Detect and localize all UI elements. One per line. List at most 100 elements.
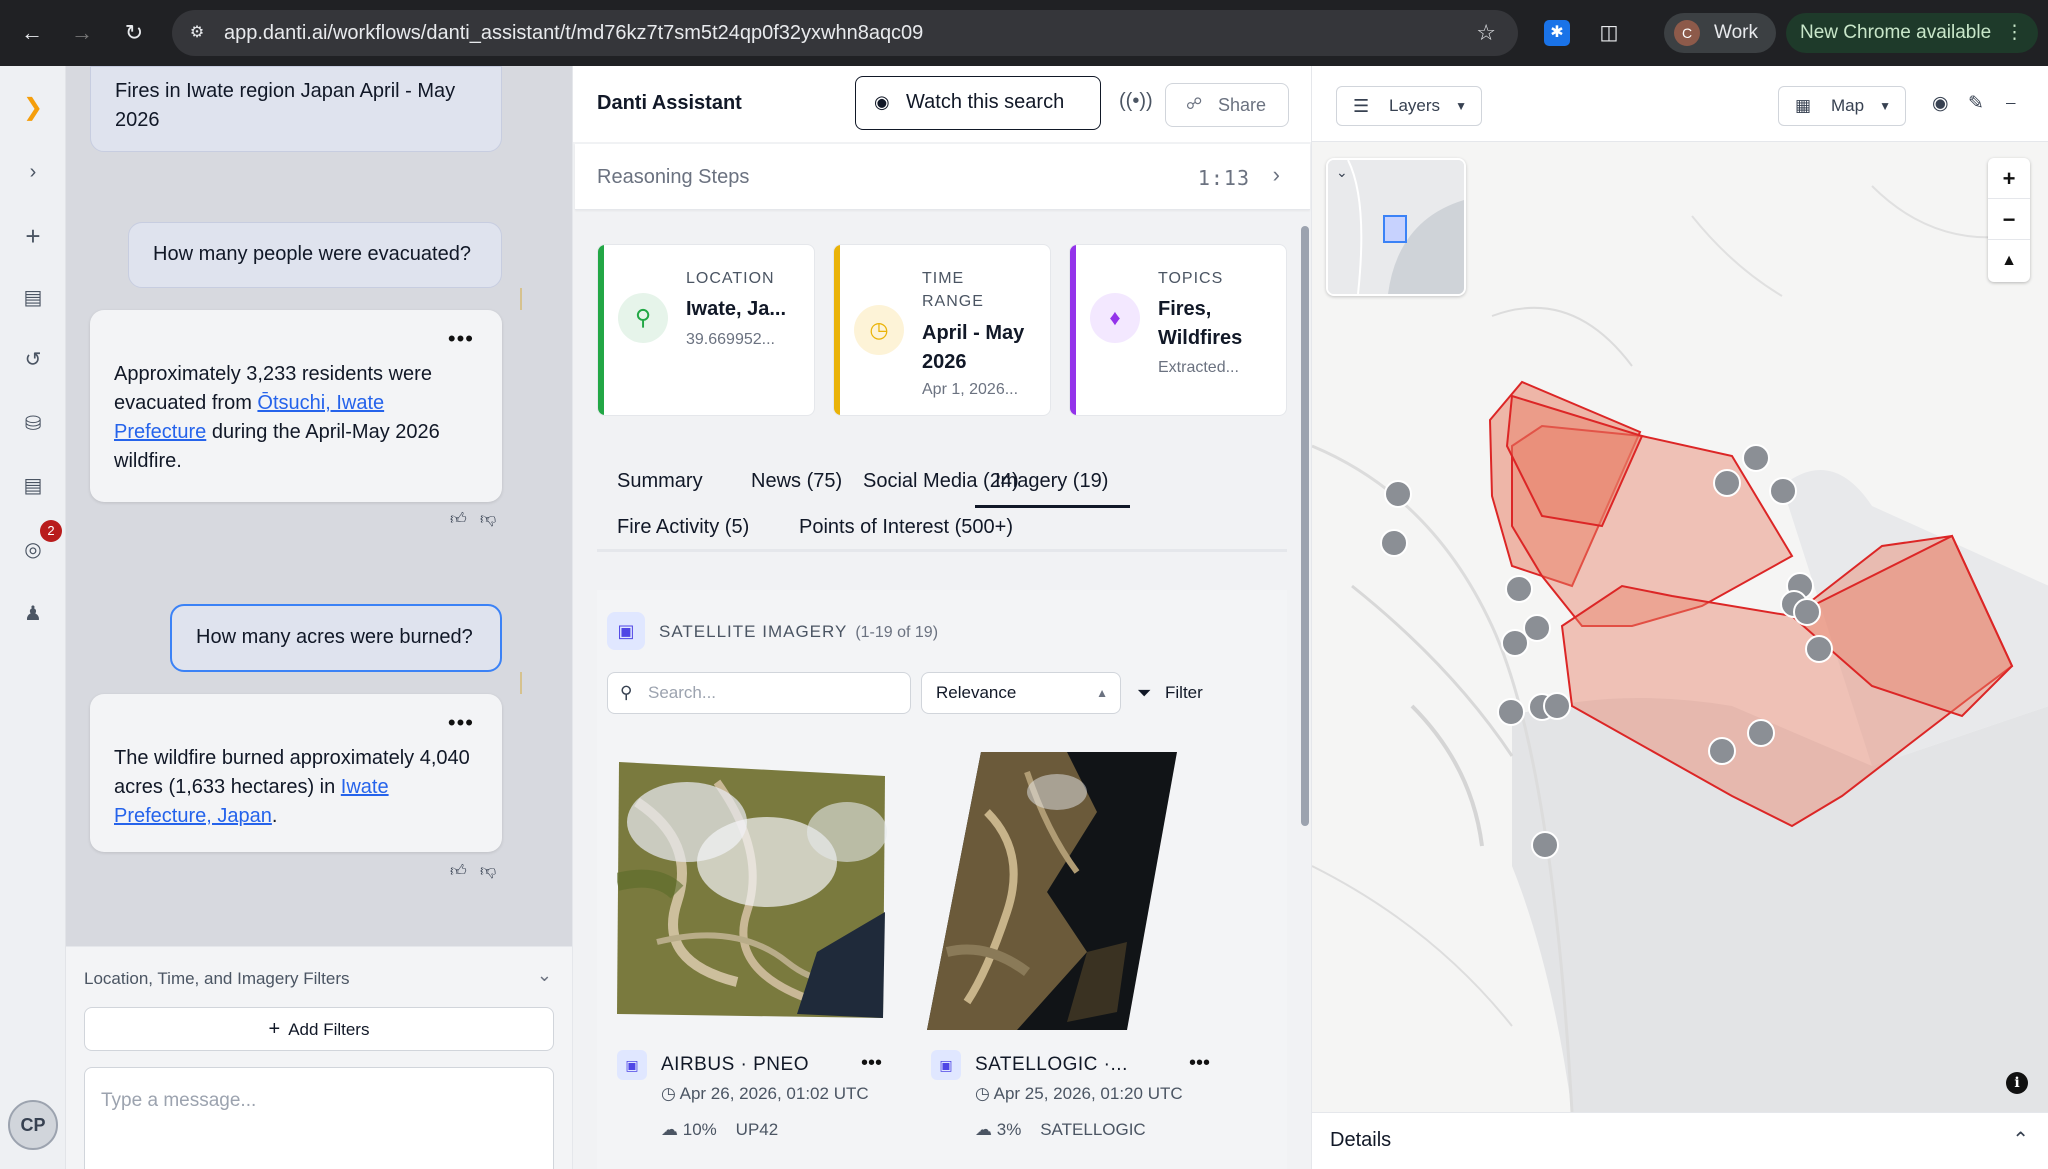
expand-chevron-icon[interactable]: › [19,158,47,186]
card-value: Fires, Wildfires [1158,298,1243,349]
chevron-right-icon[interactable]: › [1273,162,1280,188]
broadcast-icon[interactable]: ((•)) [1119,90,1153,113]
compass-reset-button[interactable]: ▲ [1988,240,2030,281]
share-button[interactable]: ☍ Share [1165,83,1289,127]
scrollbar[interactable] [1301,226,1309,826]
sort-select[interactable]: Relevance ▲ [921,672,1121,714]
address-bar[interactable]: ⚙ app.danti.ai/workflows/danti_assistant… [172,10,1518,56]
result-provider: SATELLOGIC ·... [975,1054,1128,1075]
result-cloud: ☁ 3% SATELLOGIC [975,1120,1146,1139]
imagery-section: ▣ SATELLITE IMAGERY (1-19 of 19) ⚲ Search… [597,590,1287,1169]
site-settings-icon[interactable]: ⚙ [186,22,208,44]
notification-badge: 2 [40,520,62,542]
chevron-down-icon[interactable]: ⌄ [1336,164,1348,181]
thread-connector [520,288,522,310]
ruler-icon[interactable]: ⎯ [2006,92,2016,114]
target-icon[interactable]: ◎ [19,536,47,564]
filter-label: Filter [1165,683,1203,702]
imagery-search-input[interactable]: ⚲ Search... [607,672,911,714]
chevron-up-icon[interactable]: ⌃ [2012,1127,2029,1152]
new-chat-plus-icon[interactable]: + [19,222,47,250]
share-icon: ☍ [1186,96,1203,113]
page-title: Danti Assistant [597,92,742,114]
image-icon: ▣ [617,1050,647,1080]
database-icon[interactable]: ⛁ [19,410,47,438]
reload-icon[interactable]: ↻ [118,17,150,49]
reasoning-steps-bar[interactable]: Reasoning Steps 1:13 › [575,144,1310,210]
result-tabs: Summary News (75) Social Media (24) Imag… [597,462,1287,552]
location-card[interactable]: ⚲ LOCATION Iwate, Ja... 39.669952... [597,244,815,416]
message-input[interactable]: Type a message... ➤ [84,1067,554,1169]
funnel-icon: ⏷ [1137,683,1152,703]
extensions-puzzle-icon[interactable]: ◫ [1596,20,1622,46]
card-accent [598,245,604,415]
thumbs-down-icon[interactable]: 👎︎ [480,510,496,529]
eye-icon: ◉ [874,92,890,112]
thread-connector [520,672,522,694]
filter-button[interactable]: ⏷ Filter [1137,672,1203,714]
users-icon[interactable]: ♟ [19,600,47,628]
card-accent [1070,245,1076,415]
more-options-icon[interactable]: ••• [448,708,474,737]
bookmark-star-icon[interactable]: ☆ [1476,20,1496,46]
user-avatar[interactable]: CP [8,1100,58,1150]
assistant-message: ••• The wildfire burned approximately 4,… [90,694,502,852]
map-mode-select[interactable]: ▦ Map ▼ [1778,86,1906,126]
more-options-icon[interactable]: ••• [1189,1052,1210,1075]
forward-arrow-icon[interactable]: → [66,17,98,49]
profile-chip[interactable]: C Work [1664,13,1776,53]
thumbs-down-icon[interactable]: 👎︎ [480,862,496,881]
url-text[interactable]: app.danti.ai/workflows/danti_assistant/t… [224,22,923,45]
card-sub: Apr 1, 2026... [922,381,1019,398]
danti-logo-icon[interactable]: ❯ [19,94,47,122]
thumbs-up-icon[interactable]: 👍︎ [450,510,467,529]
watch-search-button[interactable]: ◉ Watch this search [855,76,1101,130]
extension-icon[interactable]: ✱ [1544,20,1570,46]
tab-points-of-interest[interactable]: Points of Interest (500+) [799,516,1013,539]
card-value: April - May 2026 [922,322,1025,373]
topics-card[interactable]: ♦ TOPICS Fires, Wildfires Extracted... [1069,244,1287,416]
card-value: Iwate, Ja... [686,298,787,320]
layers-icon: ☰ [1353,96,1370,116]
assistant-message: ••• Approximately 3,233 residents were e… [90,310,502,502]
satellite-thumbnail[interactable] [617,762,887,1018]
satellite-thumbnail[interactable] [927,752,1177,1030]
reasoning-label: Reasoning Steps [597,166,750,188]
time-range-card[interactable]: ◷ TIME RANGE April - May 2026 Apr 1, 2026.… [833,244,1051,416]
draw-tool-icon[interactable]: ✎ [1968,92,1984,115]
add-filters-button[interactable]: + Add Filters [84,1007,554,1051]
more-options-icon[interactable]: ••• [861,1052,882,1075]
result-cloud: ☁ 10% UP42 [661,1120,779,1139]
zoom-out-button[interactable]: − [1988,199,2030,240]
kebab-menu-icon[interactable]: ⋮ [2005,13,2024,53]
back-arrow-icon[interactable]: ← [16,17,48,49]
chat-icon[interactable]: ▤ [19,284,47,312]
map-mode-label: Map [1831,96,1865,115]
chevron-down-icon[interactable]: ⌄ [537,965,552,986]
assistant-panel: Danti Assistant ◉ Watch this search ((•)… [572,66,1312,1169]
layers-button[interactable]: ☰ Layers ▼ [1336,86,1482,126]
chat-composer: Location, Time, and Imagery Filters ⌄ + A… [66,946,572,1169]
chevron-down-icon: ▼ [1455,99,1467,113]
zoom-in-button[interactable]: + [1988,158,2030,199]
section-heading: SATELLITE IMAGERY (1-19 of 19) [659,622,939,641]
watch-label: Watch this search [906,91,1065,113]
card-sub: 39.669952... [686,331,775,348]
thumbs-up-icon[interactable]: 👍︎ [450,862,467,881]
tab-imagery[interactable]: Imagery (19) [975,470,1131,508]
chrome-update-button[interactable]: New Chrome available ⋮ [1786,13,2038,53]
tab-fire-activity[interactable]: Fire Activity (5) [617,516,749,539]
minimap[interactable]: ⌄ [1326,158,1466,296]
details-bar[interactable]: Details ⌃ [1312,1112,2048,1169]
filters-toggle-label[interactable]: Location, Time, and Imagery Filters [84,969,350,989]
tab-summary[interactable]: Summary [617,470,703,493]
clock-icon: ◷ [854,305,904,355]
tab-news[interactable]: News (75) [751,470,842,493]
history-icon[interactable]: ↺ [19,346,47,374]
more-options-icon[interactable]: ••• [448,324,474,353]
camera-icon[interactable]: ◉ [1932,92,1949,115]
image-icon: ▣ [931,1050,961,1080]
info-icon[interactable]: i [2006,1072,2028,1094]
card-sub: Extracted... [1158,359,1239,376]
document-icon[interactable]: ▤ [19,472,47,500]
